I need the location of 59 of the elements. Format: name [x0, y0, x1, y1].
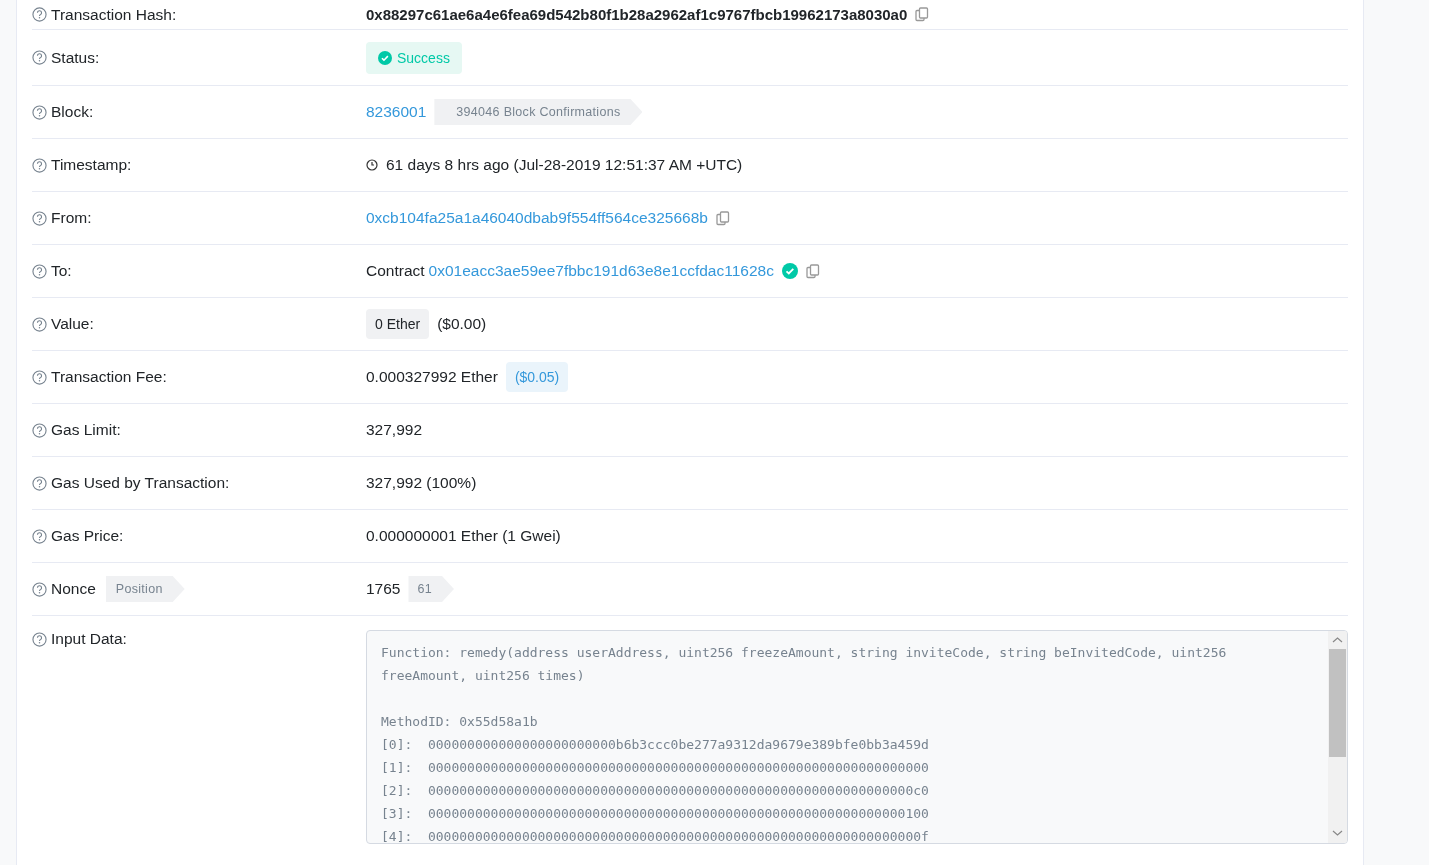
help-icon — [32, 157, 47, 173]
copy-icon[interactable] — [915, 7, 930, 22]
field-value: 327,992 (100%) — [366, 474, 477, 492]
help-icon — [32, 369, 47, 385]
code-line: [3]: 0000000000000000000000000000000000000000000000000000000000000100 — [381, 805, 930, 823]
usd-value: ($0.00) — [437, 315, 487, 333]
help-icon — [32, 422, 47, 438]
code-line: [2]: 00000000000000000000000000000000000000000000000000000000000000c0 — [381, 782, 930, 800]
field-label: From: — [51, 209, 92, 227]
scrollbar[interactable] — [1328, 631, 1347, 843]
field-label: Gas Limit: — [51, 421, 121, 439]
copy-icon[interactable] — [805, 263, 820, 279]
contract-link[interactable]: 0x01eacc3ae59ee7fbbc191d63e8e1ccfdac11628c — [428, 262, 774, 280]
field-label: Block: — [51, 103, 94, 121]
address-link[interactable]: 0xcb104fa25a1a46040dbab9f554ff564ce325668b — [366, 209, 708, 227]
block-link[interactable]: 8236001 — [366, 103, 427, 121]
help-icon — [32, 581, 47, 597]
code-line: MethodID: 0x55d58a1b — [381, 713, 539, 731]
help-icon — [32, 7, 47, 22]
fee-amount: 0.000327992 Ether — [366, 368, 498, 386]
status-badge: Success — [366, 41, 462, 74]
code-line: [1]: 0000000000000000000000000000000000000000000000000000000000000000 — [381, 759, 930, 777]
field-label: Status: — [51, 48, 100, 67]
nonce-value: 1765 — [366, 580, 401, 598]
field-value: 0.000000001 Ether (1 Gwei) — [366, 527, 561, 545]
field-label: To: — [51, 262, 72, 280]
field-value: 327,992 — [366, 421, 423, 439]
help-icon — [32, 475, 47, 491]
ether-amount: 0 Ether — [366, 309, 430, 339]
copy-icon[interactable] — [715, 210, 730, 226]
field-label: Value: — [51, 315, 94, 333]
help-icon — [32, 263, 47, 279]
help-icon — [32, 316, 47, 332]
verified-icon — [781, 263, 798, 279]
field-label: Transaction Hash: — [51, 5, 177, 24]
contract-label: Contract — [366, 262, 425, 280]
help-icon — [32, 104, 47, 120]
help-icon — [32, 50, 47, 65]
usd-value: ($0.05) — [505, 362, 569, 392]
field-label: Input Data: — [51, 630, 127, 648]
timestamp-text: 61 days 8 hrs ago (Jul-28-2019 12:51:37 AM +UTC) — [386, 156, 743, 174]
field-label: Timestamp: — [51, 156, 132, 174]
help-icon — [32, 528, 47, 544]
field-label: Gas Price: — [51, 527, 124, 545]
help-icon — [32, 631, 47, 647]
code-line: [0]: 000000000000000000000000b6b3ccc0be277a9312da9679e389bfe0bb3a459d — [381, 736, 930, 754]
code-line: Function: remedy(address userAddress, uint256 freezeAmount, string inviteCode, string beInvitedCode, uint256 — [381, 644, 1228, 662]
clock-icon — [366, 159, 378, 171]
confirmations-tag: 394046 Block Confirmations — [434, 99, 643, 125]
position-tag: 61 — [408, 576, 454, 602]
code-line: [4]: 000000000000000000000000000000000000000000000000000000000000000f — [381, 828, 930, 843]
field-label: Gas Used by Transaction: — [51, 474, 230, 492]
code-line: freeAmount, uint256 times) — [381, 667, 586, 685]
position-label-tag: Position — [105, 576, 185, 602]
transaction-hash: 0x88297c61ae6a4e6fea69d542b80f1b28a2962af1c9767fbcb19962173a8030a0 — [366, 6, 908, 23]
help-icon — [32, 210, 47, 226]
field-label: Transaction Fee: — [51, 368, 167, 386]
field-label: Nonce — [51, 580, 96, 598]
check-circle-icon — [378, 50, 392, 65]
